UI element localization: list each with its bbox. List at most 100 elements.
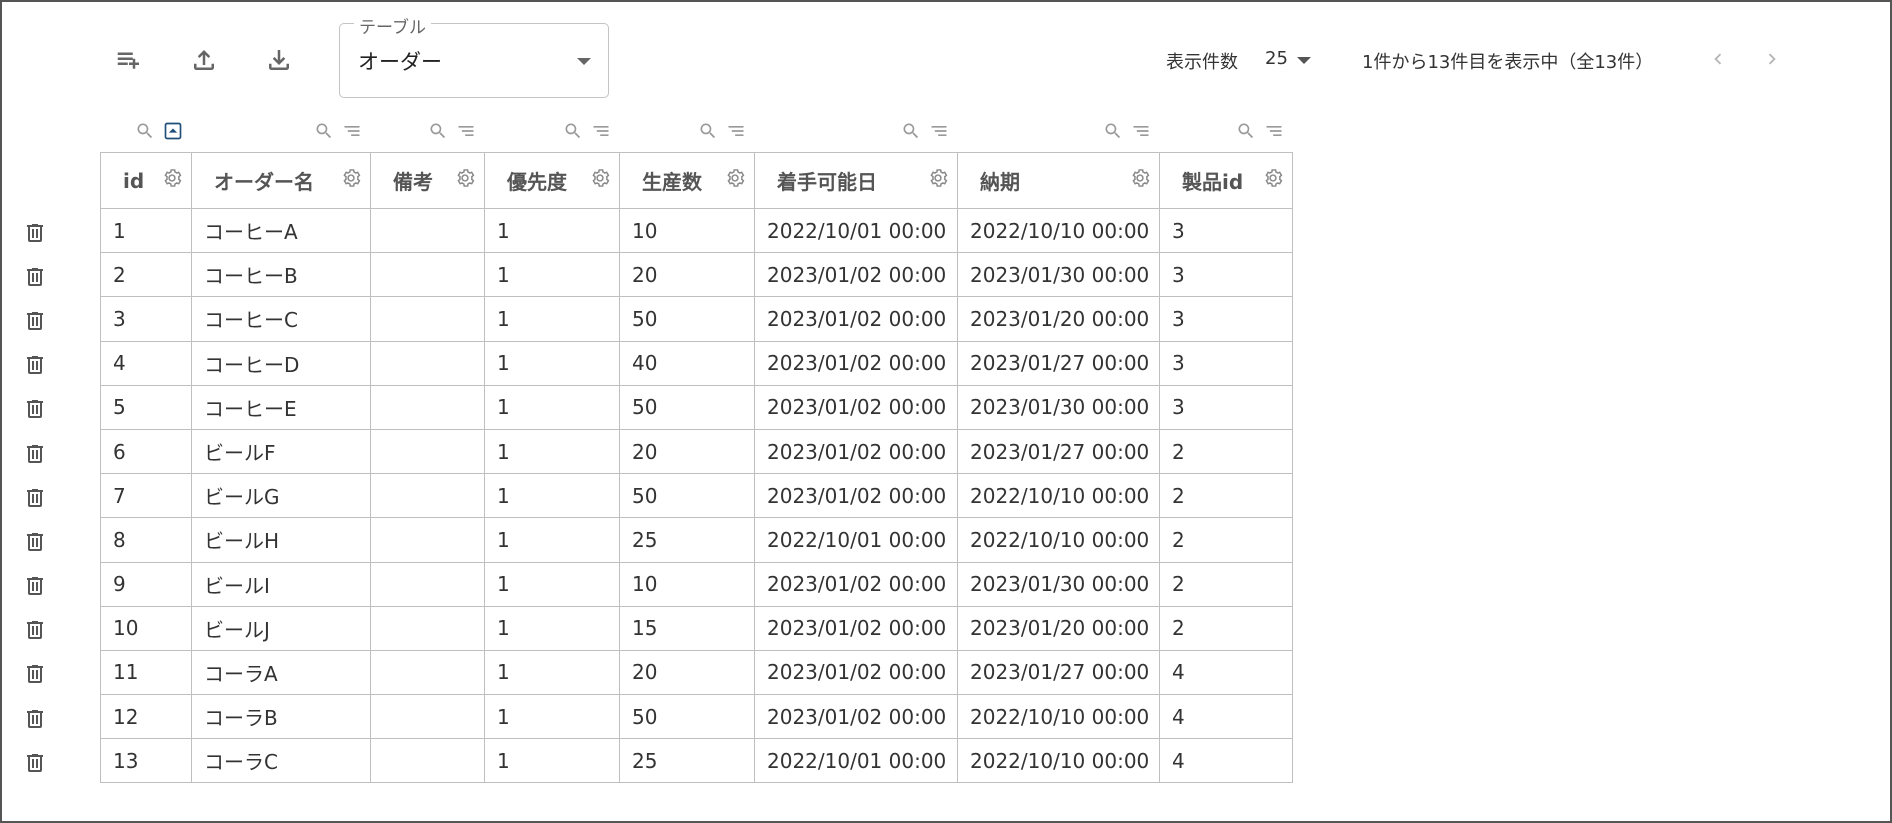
cell-quantity[interactable]: 10 xyxy=(619,207,755,254)
cell-name[interactable]: コーヒーA xyxy=(191,207,371,254)
cell-quantity[interactable]: 25 xyxy=(619,517,755,563)
table-row[interactable]: 11 コーラA 1 20 2023/01/02 00:00 2023/01/27 00:0… xyxy=(100,649,1293,696)
cell-note[interactable] xyxy=(370,649,485,696)
table-row[interactable]: 2 コーヒーB 1 20 2023/01/02 00:00 2023/01/30 00:0… xyxy=(100,252,1293,298)
cell-product_id[interactable]: 3 xyxy=(1159,296,1293,342)
cell-quantity[interactable]: 50 xyxy=(619,296,755,342)
cell-name[interactable]: ビールG xyxy=(191,473,371,519)
search-icon[interactable] xyxy=(1236,121,1256,141)
rows-per-page-caret-icon[interactable] xyxy=(1297,57,1311,64)
cell-name[interactable]: コーヒーE xyxy=(191,384,371,430)
trash-icon[interactable] xyxy=(23,529,47,555)
cell-due[interactable]: 2023/01/27 00:00 xyxy=(957,649,1160,696)
cell-id[interactable]: 8 xyxy=(100,517,192,563)
cell-id[interactable]: 1 xyxy=(100,207,192,254)
cell-note[interactable] xyxy=(370,605,485,651)
cell-start[interactable]: 2023/01/02 00:00 xyxy=(754,340,958,386)
table-row[interactable]: 12 コーラB 1 50 2023/01/02 00:00 2022/10/10 00:0… xyxy=(100,694,1293,740)
cell-name[interactable]: コーヒーB xyxy=(191,252,371,298)
table-row[interactable]: 9 ビールI 1 10 2023/01/02 00:00 2023/01/30 00:00… xyxy=(100,561,1293,607)
cell-priority[interactable]: 1 xyxy=(484,738,620,784)
cell-note[interactable] xyxy=(370,694,485,740)
cell-start[interactable]: 2023/01/02 00:00 xyxy=(754,296,958,342)
cell-quantity[interactable]: 20 xyxy=(619,428,755,475)
cell-id[interactable]: 12 xyxy=(100,694,192,740)
cell-start[interactable]: 2023/01/02 00:00 xyxy=(754,428,958,475)
sort-icon[interactable] xyxy=(1264,121,1284,141)
cell-note[interactable] xyxy=(370,384,485,430)
cell-due[interactable]: 2023/01/27 00:00 xyxy=(957,340,1160,386)
search-icon[interactable] xyxy=(698,121,718,141)
cell-due[interactable]: 2023/01/30 00:00 xyxy=(957,252,1160,298)
cell-quantity[interactable]: 40 xyxy=(619,340,755,386)
cell-name[interactable]: ビールH xyxy=(191,517,371,563)
cell-due[interactable]: 2022/10/10 00:00 xyxy=(957,207,1160,254)
cell-name[interactable]: ビールJ xyxy=(191,605,371,651)
cell-priority[interactable]: 1 xyxy=(484,340,620,386)
cell-product_id[interactable]: 4 xyxy=(1159,738,1293,784)
table-row[interactable]: 4 コーヒーD 1 40 2023/01/02 00:00 2023/01/27 00:0… xyxy=(100,340,1293,386)
cell-due[interactable]: 2022/10/10 00:00 xyxy=(957,517,1160,563)
search-icon[interactable] xyxy=(901,121,921,141)
cell-due[interactable]: 2022/10/10 00:00 xyxy=(957,738,1160,784)
cell-product_id[interactable]: 2 xyxy=(1159,605,1293,651)
cell-id[interactable]: 10 xyxy=(100,605,192,651)
cell-note[interactable] xyxy=(370,340,485,386)
cell-priority[interactable]: 1 xyxy=(484,296,620,342)
table-row[interactable]: 1 コーヒーA 1 10 2022/10/01 00:00 2022/10/10 00:0… xyxy=(100,207,1293,254)
cell-quantity[interactable]: 20 xyxy=(619,649,755,696)
cell-start[interactable]: 2023/01/02 00:00 xyxy=(754,605,958,651)
column-header-due[interactable]: 納期 xyxy=(957,152,1160,209)
cell-quantity[interactable]: 50 xyxy=(619,694,755,740)
cell-priority[interactable]: 1 xyxy=(484,517,620,563)
cell-note[interactable] xyxy=(370,252,485,298)
cell-start[interactable]: 2023/01/02 00:00 xyxy=(754,649,958,696)
trash-icon[interactable] xyxy=(23,485,47,511)
cell-id[interactable]: 4 xyxy=(100,340,192,386)
table-row[interactable]: 7 ビールG 1 50 2023/01/02 00:00 2022/10/10 00:00… xyxy=(100,473,1293,519)
cell-due[interactable]: 2022/10/10 00:00 xyxy=(957,473,1160,519)
cell-due[interactable]: 2023/01/30 00:00 xyxy=(957,384,1160,430)
cell-start[interactable]: 2023/01/02 00:00 xyxy=(754,473,958,519)
trash-icon[interactable] xyxy=(23,352,47,378)
sort-icon[interactable] xyxy=(342,121,362,141)
search-icon[interactable] xyxy=(563,121,583,141)
cell-note[interactable] xyxy=(370,738,485,784)
sort-icon[interactable] xyxy=(929,121,949,141)
trash-icon[interactable] xyxy=(23,441,47,467)
cell-product_id[interactable]: 2 xyxy=(1159,561,1293,607)
cell-priority[interactable]: 1 xyxy=(484,207,620,254)
cell-product_id[interactable]: 2 xyxy=(1159,473,1293,519)
search-icon[interactable] xyxy=(428,121,448,141)
column-header-id[interactable]: id xyxy=(100,152,192,209)
cell-due[interactable]: 2023/01/27 00:00 xyxy=(957,428,1160,475)
cell-product_id[interactable]: 2 xyxy=(1159,517,1293,563)
cell-quantity[interactable]: 50 xyxy=(619,473,755,519)
search-icon[interactable] xyxy=(135,121,155,141)
cell-id[interactable]: 6 xyxy=(100,428,192,475)
cell-start[interactable]: 2022/10/01 00:00 xyxy=(754,738,958,784)
cell-id[interactable]: 11 xyxy=(100,649,192,696)
cell-product_id[interactable]: 4 xyxy=(1159,694,1293,740)
cell-name[interactable]: コーラC xyxy=(191,738,371,784)
cell-start[interactable]: 2023/01/02 00:00 xyxy=(754,561,958,607)
sort-icon[interactable] xyxy=(726,121,746,141)
table-row[interactable]: 13 コーラC 1 25 2022/10/01 00:00 2022/10/10 00:0… xyxy=(100,738,1293,784)
cell-priority[interactable]: 1 xyxy=(484,384,620,430)
cell-name[interactable]: ビールF xyxy=(191,428,371,475)
cell-priority[interactable]: 1 xyxy=(484,561,620,607)
upload-icon[interactable] xyxy=(187,43,221,77)
column-header-name[interactable]: オーダー名 xyxy=(191,152,371,209)
trash-icon[interactable] xyxy=(23,308,47,334)
cell-name[interactable]: コーヒーD xyxy=(191,340,371,386)
cell-note[interactable] xyxy=(370,296,485,342)
gear-icon[interactable] xyxy=(161,167,183,194)
prev-page-button[interactable] xyxy=(1705,46,1731,72)
cell-due[interactable]: 2022/10/10 00:00 xyxy=(957,694,1160,740)
trash-icon[interactable] xyxy=(23,661,47,687)
cell-quantity[interactable]: 10 xyxy=(619,561,755,607)
cell-id[interactable]: 13 xyxy=(100,738,192,784)
cell-note[interactable] xyxy=(370,517,485,563)
cell-quantity[interactable]: 15 xyxy=(619,605,755,651)
cell-start[interactable]: 2023/01/02 00:00 xyxy=(754,384,958,430)
